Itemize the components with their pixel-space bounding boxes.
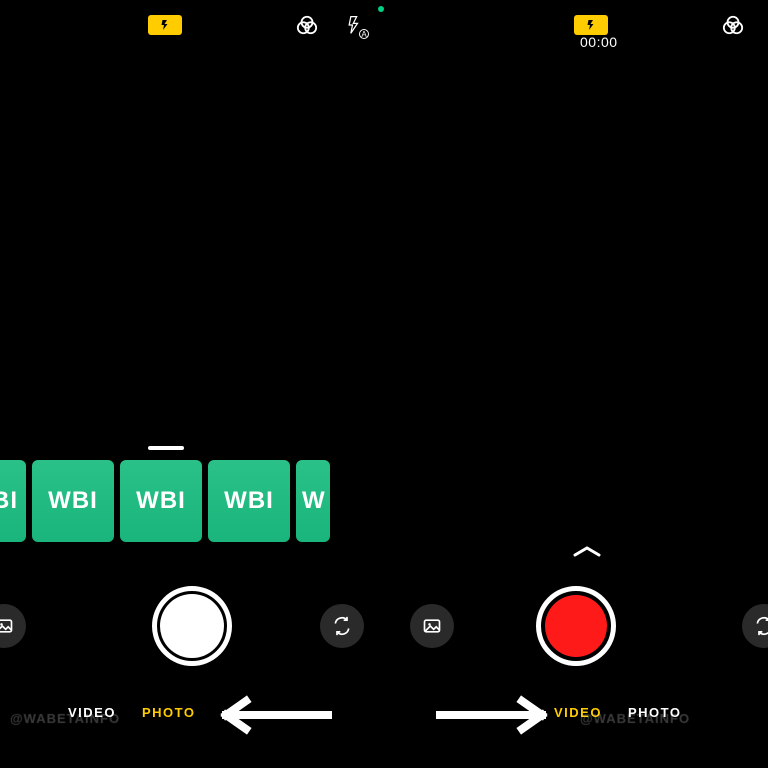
flash-on-badge[interactable] [148,15,182,35]
thumbnail-label: WBI [48,487,98,515]
camera-pane-photo: A BI WBI WBI WBI W VIDEO PHOTO @WABETAIN… [0,0,384,768]
swipe-arrow-right-icon [436,695,556,740]
bolt-icon [585,18,597,32]
gallery-button[interactable] [410,604,454,648]
switch-camera-button[interactable] [320,604,364,648]
image-icon [0,616,14,636]
gallery-strip[interactable]: BI WBI WBI WBI W [0,460,330,542]
filter-icon[interactable] [722,14,744,36]
gallery-thumbnail[interactable]: WBI [120,460,202,542]
bolt-icon [159,18,171,32]
image-icon [422,616,442,636]
top-bar-right: 00:00 [384,10,768,40]
recording-timer: 00:00 [580,34,618,50]
thumbnail-label: W [302,487,326,515]
gallery-thumbnail[interactable]: BI [0,460,26,542]
shutter-row-left [0,583,384,668]
video-record-button[interactable] [536,586,616,666]
swipe-arrow-left-icon [212,695,332,740]
flash-on-badge[interactable] [574,15,608,35]
thumbnail-label: BI [0,487,18,515]
top-bar-left: A [0,10,384,40]
switch-camera-button[interactable] [742,604,768,648]
switch-icon [754,616,768,636]
watermark: @WABETAINFO [580,711,690,726]
shutter-row-right [384,583,768,668]
filter-icon[interactable] [296,14,318,36]
gallery-thumbnail[interactable]: W [296,460,330,542]
gallery-button[interactable] [0,604,26,648]
gallery-thumbnail[interactable]: WBI [32,460,114,542]
thumbnail-label: WBI [224,487,274,515]
chevron-up-icon[interactable] [572,544,602,558]
switch-icon [332,616,352,636]
flash-auto-icon[interactable]: A [344,14,366,36]
gallery-thumbnail[interactable]: WBI [208,460,290,542]
shutter-inner [160,594,224,658]
record-inner [545,595,607,657]
thumbnail-label: WBI [136,487,186,515]
auto-badge: A [359,29,369,39]
watermark: @WABETAINFO [10,711,120,726]
camera-pane-video: 00:00 VIDEO PHOTO @WABETAINFO [384,0,768,768]
mode-photo[interactable]: PHOTO [142,705,196,720]
gallery-drag-handle[interactable] [148,446,184,450]
photo-shutter-button[interactable] [152,586,232,666]
